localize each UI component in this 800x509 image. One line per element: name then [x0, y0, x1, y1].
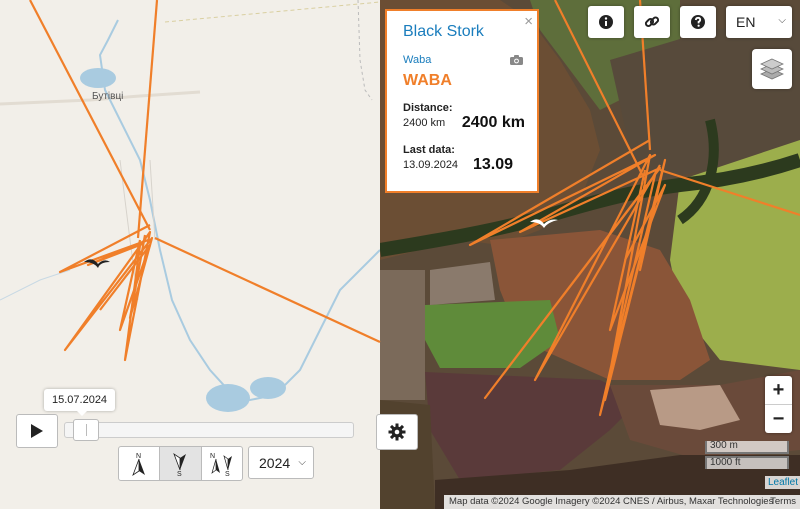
- popup-subtitle[interactable]: Waba: [403, 54, 525, 66]
- camera-icon[interactable]: [510, 55, 523, 65]
- chevron-down-icon: ⌵: [778, 15, 786, 26]
- svg-text:N: N: [136, 453, 141, 460]
- play-icon: [31, 424, 43, 438]
- play-button[interactable]: [16, 414, 58, 448]
- info-icon: [599, 15, 613, 29]
- last-data-value-small: 13.09.2024: [403, 159, 459, 171]
- svg-text:N: N: [210, 453, 215, 460]
- language-value: EN: [736, 14, 756, 30]
- timeline-date-tooltip: 15.07.2024: [44, 389, 116, 416]
- timeline-slider-thumb[interactable]: [73, 419, 99, 441]
- zoom-control: + −: [765, 376, 792, 433]
- direction-mode-group: N S N S: [118, 446, 243, 481]
- svg-text:S: S: [177, 471, 182, 477]
- link-button[interactable]: [634, 6, 670, 38]
- distance-label: Distance:: [403, 102, 453, 114]
- chevron-down-icon: ⌵: [298, 457, 306, 468]
- south-arrow-icon: S: [173, 452, 187, 477]
- link-icon: [644, 16, 660, 28]
- north-arrow-icon: N: [132, 453, 146, 476]
- language-select[interactable]: EN ⌵: [726, 6, 792, 38]
- zoom-out-button[interactable]: −: [765, 405, 792, 433]
- layers-button[interactable]: [752, 49, 792, 89]
- year-value: 2024: [259, 454, 291, 471]
- distance-value-big: 2400 km: [461, 114, 525, 131]
- last-data-value-big: 13.09: [472, 156, 513, 173]
- direction-north-south-button[interactable]: N S: [202, 447, 242, 480]
- timeline-slider[interactable]: [64, 419, 354, 441]
- last-data-label: Last data:: [403, 144, 455, 156]
- bird-marker-icon: [84, 219, 558, 268]
- direction-south-button[interactable]: S: [160, 447, 202, 480]
- popup-code: WABA: [403, 72, 452, 89]
- zoom-in-button[interactable]: +: [765, 376, 792, 404]
- direction-north-button[interactable]: N: [119, 447, 161, 480]
- year-select[interactable]: 2024 ⌵: [248, 446, 314, 479]
- scale-metric: 300 m: [705, 441, 789, 454]
- settings-button[interactable]: [376, 414, 418, 450]
- terms-link[interactable]: Terms: [770, 495, 796, 509]
- north-south-arrows-icon: N S: [210, 453, 232, 477]
- layers-icon: [760, 58, 784, 80]
- help-icon: [691, 15, 705, 29]
- svg-text:S: S: [225, 471, 230, 477]
- help-button[interactable]: [680, 6, 716, 38]
- gear-icon: [388, 423, 406, 441]
- map-attribution: Map data ©2024 Google Imagery ©2024 CNES…: [444, 495, 800, 509]
- distance-value-small: 2400 km: [403, 117, 446, 129]
- info-button[interactable]: [588, 6, 624, 38]
- popup-title: Black Stork: [403, 23, 484, 40]
- attribution-text: Map data ©2024 Google Imagery ©2024 CNES…: [449, 496, 774, 507]
- leaflet-link[interactable]: Leaflet: [765, 476, 800, 489]
- scale-imperial: 1000 ft: [705, 456, 789, 469]
- popup-close-button[interactable]: ×: [524, 13, 533, 30]
- bird-info-popup: × Black Stork Waba WABA Distance: 2400 k…: [385, 9, 539, 193]
